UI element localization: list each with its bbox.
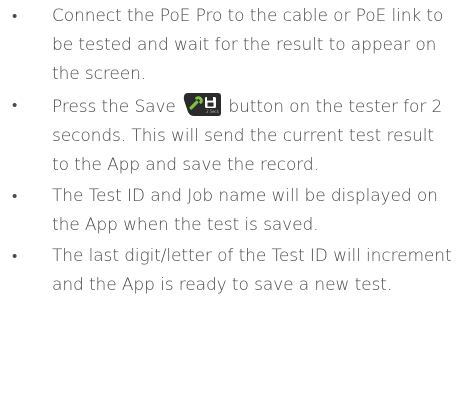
bullet-marker: • — [12, 247, 18, 265]
list-item-text: Connect the PoE Pro to the cable or PoE … — [52, 6, 444, 84]
instruction-list: • Connect the PoE Pro to the cable or Po… — [0, 2, 460, 300]
list-item-increment: • The last digit/letter of the Test ID w… — [0, 242, 460, 300]
instruction-page: • Connect the PoE Pro to the cable or Po… — [0, 0, 460, 393]
list-item-press-save: • Press the Save 2 Secs button on the te… — [0, 91, 460, 180]
list-item-text: The Test ID and Job name will be display… — [52, 186, 438, 235]
wrench-save-button-icon: 2 Secs — [182, 91, 222, 118]
list-item-test-id-displayed: • The Test ID and Job name will be displ… — [0, 182, 460, 240]
icon-caption: 2 Secs — [206, 109, 219, 114]
list-item-text: The last digit/letter of the Test ID wil… — [52, 246, 452, 295]
bullet-marker: • — [12, 96, 18, 114]
bullet-marker: • — [12, 187, 18, 205]
list-item-connect: • Connect the PoE Pro to the cable or Po… — [0, 2, 460, 89]
bullet-marker: • — [12, 7, 18, 25]
list-item-text-before: Press the Save — [52, 97, 176, 117]
